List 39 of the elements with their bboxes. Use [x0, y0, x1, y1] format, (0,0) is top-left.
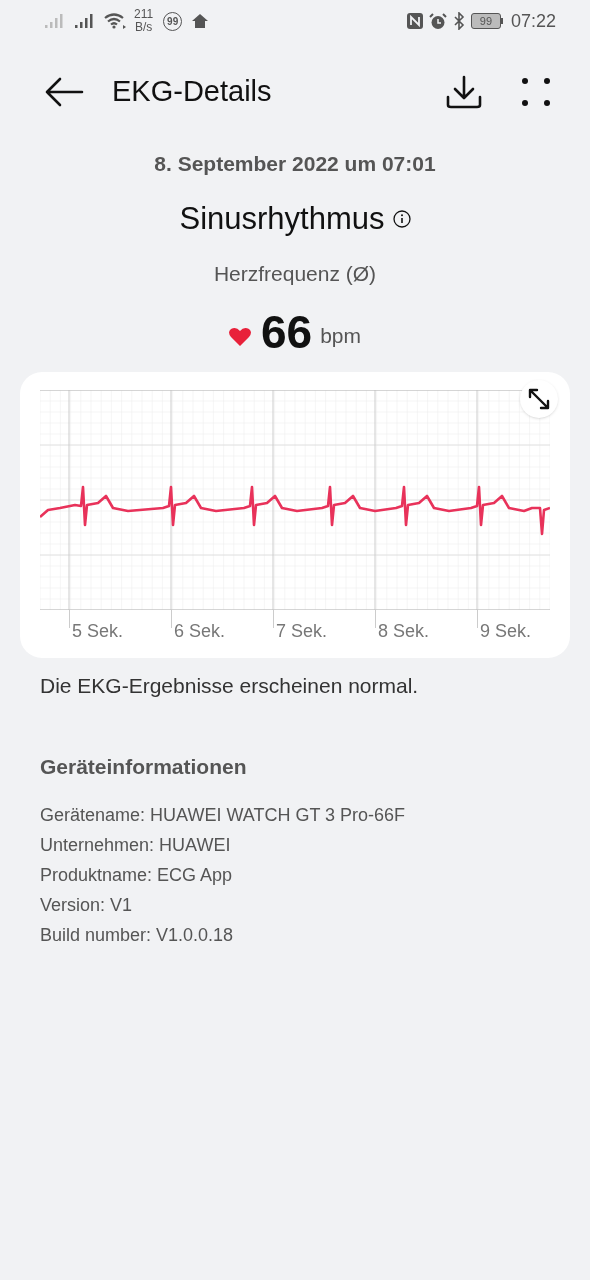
device-info-line: Build number: V1.0.0.18	[40, 923, 235, 947]
network-unit: B/s	[134, 21, 153, 34]
info-icon[interactable]	[392, 209, 411, 228]
signal-icon	[74, 13, 94, 29]
axis-label: 8 Sek.	[378, 619, 430, 643]
heart-icon	[229, 326, 251, 346]
download-icon	[446, 75, 482, 109]
device-info-line: Gerätename: HUAWEI WATCH GT 3 Pro-66F	[40, 803, 407, 827]
alarm-icon	[428, 12, 447, 30]
clock-time: 07:22	[510, 9, 556, 33]
wifi-icon	[104, 13, 126, 29]
heart-rate-value: 66	[261, 305, 313, 358]
axis-label: 9 Sek.	[480, 619, 532, 643]
network-speed: 211	[134, 8, 154, 21]
result-text: Die EKG-Ergebnisse erscheinen normal.	[39, 672, 420, 699]
axis-label: 5 Sek.	[72, 619, 124, 643]
home-icon	[192, 14, 209, 28]
recording-date: 8. September 2022 um 07:01	[154, 151, 436, 177]
download-button[interactable]	[446, 75, 482, 109]
device-info-line: Produktname: ECG App	[40, 863, 234, 887]
heart-rate-unit: bpm	[320, 323, 361, 349]
rhythm-result: Sinusrhythmus	[179, 199, 385, 238]
axis-label: 6 Sek.	[174, 619, 226, 643]
bluetooth-icon	[452, 12, 465, 30]
axis-label: 7 Sek.	[276, 619, 328, 643]
page-title: EKG-Details	[112, 74, 273, 110]
device-info-line: Version: V1	[40, 893, 134, 917]
battery-level: 99	[470, 13, 501, 29]
heart-rate-label: Herzfrequenz (Ø)	[213, 261, 377, 287]
back-button[interactable]	[44, 77, 84, 107]
more-dots-icon	[522, 78, 550, 106]
signal-icon	[44, 13, 64, 29]
section-heading: Geräteinformationen	[39, 754, 248, 780]
expand-icon	[528, 387, 550, 410]
expand-button[interactable]	[520, 379, 558, 418]
back-arrow-icon	[44, 77, 84, 107]
more-button[interactable]	[522, 78, 550, 106]
device-info-line: Unternehmen: HUAWEI	[40, 833, 232, 857]
nfc-icon	[406, 13, 423, 29]
